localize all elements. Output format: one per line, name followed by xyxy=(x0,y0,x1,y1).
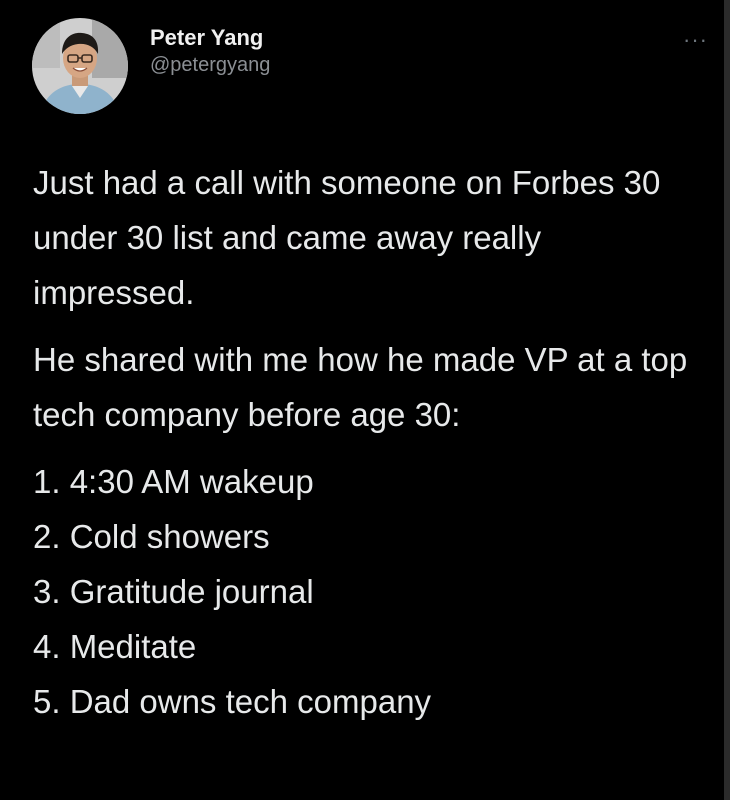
more-options-icon[interactable]: ··· xyxy=(683,29,708,51)
avatar[interactable] xyxy=(32,18,128,114)
tweet-paragraph: He shared with me how he made VP at a to… xyxy=(33,341,688,433)
list-item: 4. Meditate xyxy=(33,628,197,665)
tweet-header: Peter Yang @petergyang xyxy=(32,16,270,116)
user-info: Peter Yang @petergyang xyxy=(150,24,270,78)
tweet-list: 1. 4:30 AM wakeup 2. Cold showers 3. Gra… xyxy=(33,454,703,729)
tweet-paragraph: Just had a call with someone on Forbes 3… xyxy=(33,164,661,311)
display-name[interactable]: Peter Yang xyxy=(150,24,270,52)
user-handle[interactable]: @petergyang xyxy=(150,52,270,78)
list-item: 1. 4:30 AM wakeup xyxy=(33,463,314,500)
tweet-card: Peter Yang @petergyang ··· Just had a ca… xyxy=(0,0,730,800)
profile-photo-icon xyxy=(32,18,128,114)
list-item: 3. Gratitude journal xyxy=(33,573,314,610)
tweet-text: Just had a call with someone on Forbes 3… xyxy=(33,155,703,729)
list-item: 2. Cold showers xyxy=(33,518,270,555)
scrollbar-edge xyxy=(724,0,730,800)
list-item: 5. Dad owns tech company xyxy=(33,683,432,720)
